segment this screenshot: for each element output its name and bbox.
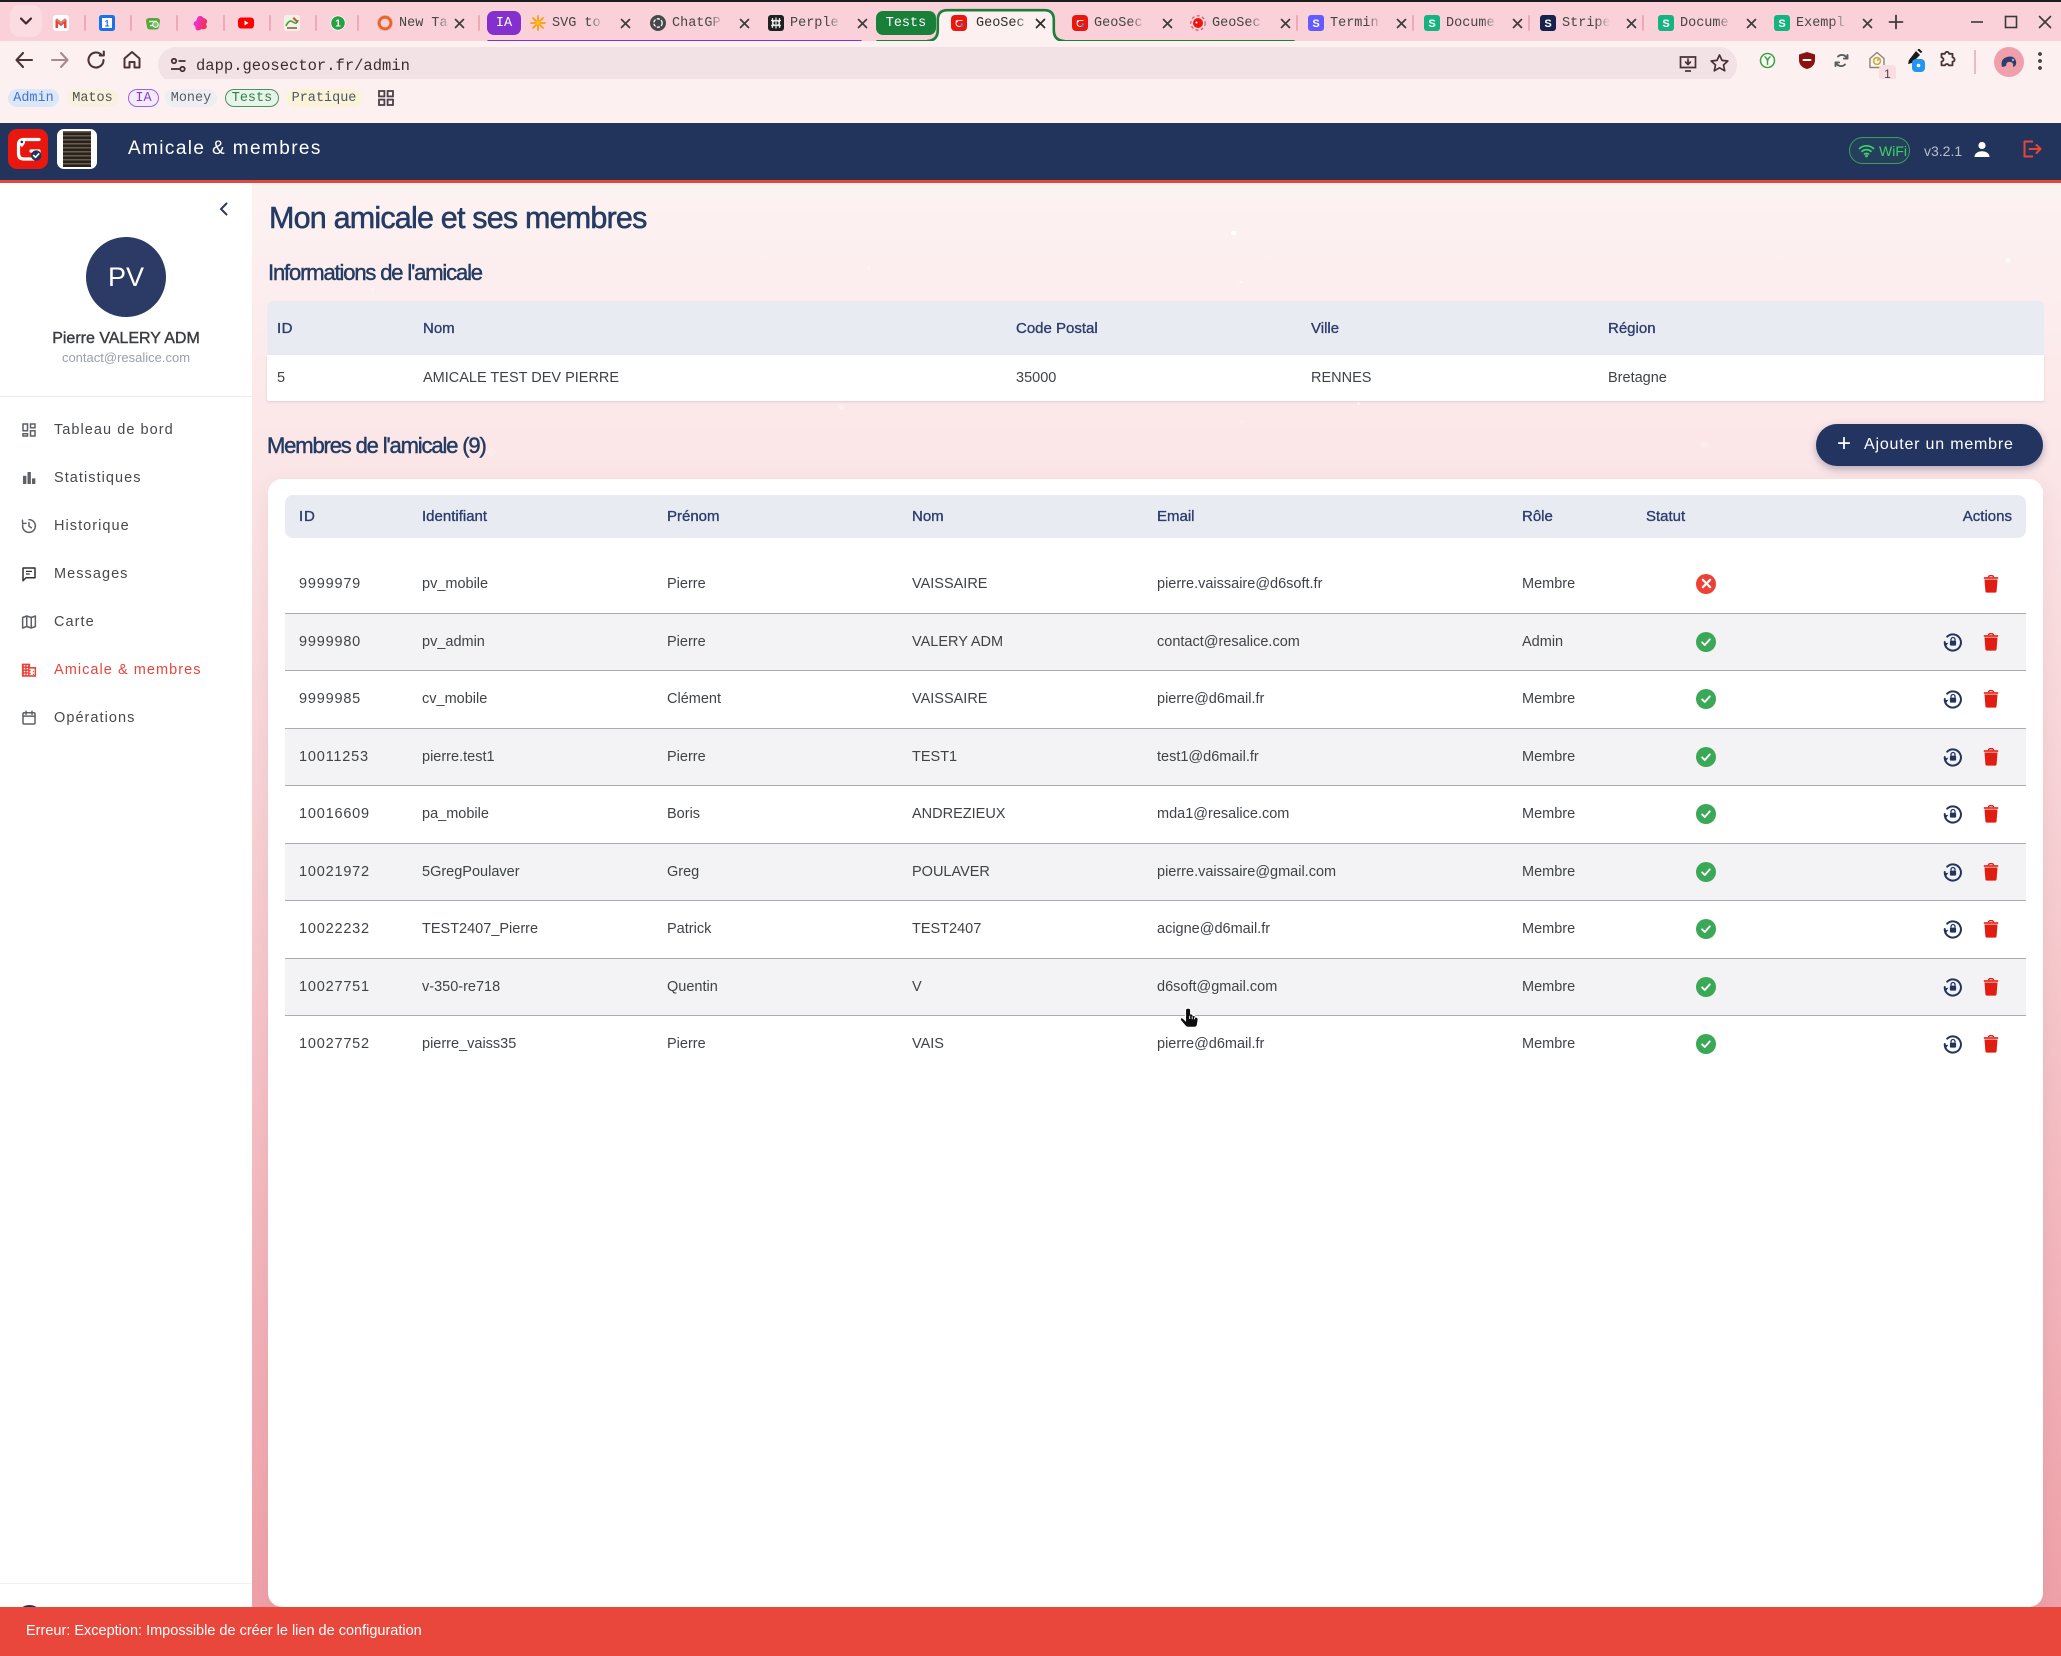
svg-text:1: 1	[335, 19, 341, 30]
svg-text:1: 1	[104, 18, 109, 28]
svg-text:S: S	[1662, 18, 1669, 30]
svg-text:S: S	[1778, 18, 1785, 30]
svg-text:S: S	[1428, 18, 1435, 30]
svg-text:S: S	[1312, 18, 1319, 30]
svg-text:S: S	[1544, 18, 1551, 30]
